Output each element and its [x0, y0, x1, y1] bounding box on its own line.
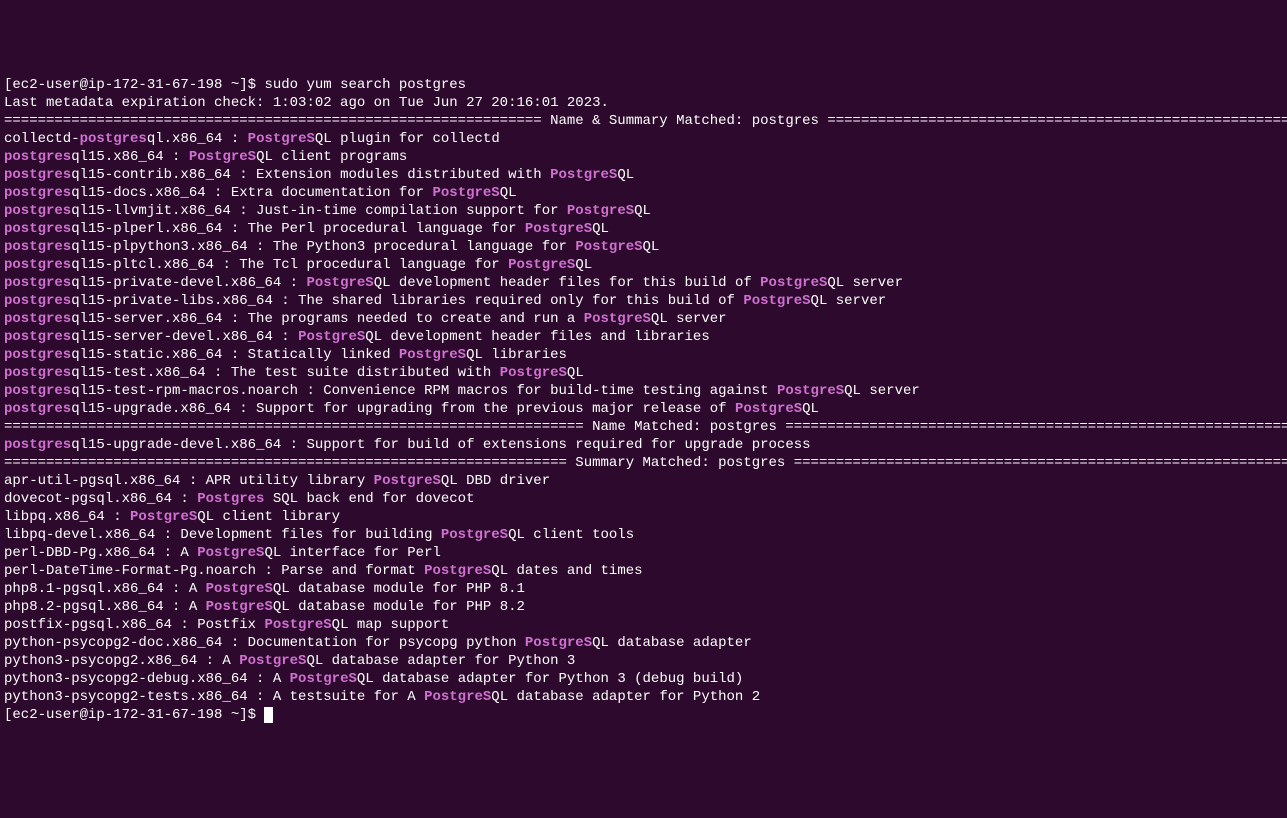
pkg-static: postgresql15-static.x86_64 : Statically …: [4, 346, 1283, 364]
pkg-python3-psycopg2-tests: python3-psycopg2-tests.x86_64 : A testsu…: [4, 688, 1283, 706]
pkg-plpython3: postgresql15-plpython3.x86_64 : The Pyth…: [4, 238, 1283, 256]
pkg-test-rpm-macros: postgresql15-test-rpm-macros.noarch : Co…: [4, 382, 1283, 400]
section-header-summary: ========================================…: [4, 454, 1283, 472]
metadata-line: Last metadata expiration check: 1:03:02 …: [4, 94, 1283, 112]
pkg-private-libs: postgresql15-private-libs.x86_64 : The s…: [4, 292, 1283, 310]
pkg-postfix-pgsql: postfix-pgsql.x86_64 : Postfix PostgreSQ…: [4, 616, 1283, 634]
pkg-upgrade-devel: postgresql15-upgrade-devel.x86_64 : Supp…: [4, 436, 1283, 454]
pkg-postgresql15: postgresql15.x86_64 : PostgreSQL client …: [4, 148, 1283, 166]
pkg-python-psycopg2-doc: python-psycopg2-doc.x86_64 : Documentati…: [4, 634, 1283, 652]
pkg-server: postgresql15-server.x86_64 : The program…: [4, 310, 1283, 328]
cursor-icon: [264, 707, 273, 723]
pkg-pltcl: postgresql15-pltcl.x86_64 : The Tcl proc…: [4, 256, 1283, 274]
pkg-dovecot-pgsql: dovecot-pgsql.x86_64 : Postgres SQL back…: [4, 490, 1283, 508]
pkg-collectd: collectd-postgresql.x86_64 : PostgreSQL …: [4, 130, 1283, 148]
pkg-upgrade: postgresql15-upgrade.x86_64 : Support fo…: [4, 400, 1283, 418]
pkg-docs: postgresql15-docs.x86_64 : Extra documen…: [4, 184, 1283, 202]
pkg-llvmjit: postgresql15-llvmjit.x86_64 : Just-in-ti…: [4, 202, 1283, 220]
pkg-libpq: libpq.x86_64 : PostgreSQL client library: [4, 508, 1283, 526]
prompt-line: [ec2-user@ip-172-31-67-198 ~]$ sudo yum …: [4, 76, 1283, 94]
pkg-php82-pgsql: php8.2-pgsql.x86_64 : A PostgreSQL datab…: [4, 598, 1283, 616]
pkg-perl-datetime-format-pg: perl-DateTime-Format-Pg.noarch : Parse a…: [4, 562, 1283, 580]
pkg-libpq-devel: libpq-devel.x86_64 : Development files f…: [4, 526, 1283, 544]
terminal-output[interactable]: [ec2-user@ip-172-31-67-198 ~]$ sudo yum …: [4, 76, 1283, 724]
pkg-contrib: postgresql15-contrib.x86_64 : Extension …: [4, 166, 1283, 184]
pkg-python3-psycopg2-debug: python3-psycopg2-debug.x86_64 : A Postgr…: [4, 670, 1283, 688]
pkg-server-devel: postgresql15-server-devel.x86_64 : Postg…: [4, 328, 1283, 346]
pkg-php81-pgsql: php8.1-pgsql.x86_64 : A PostgreSQL datab…: [4, 580, 1283, 598]
section-header-name-summary: ========================================…: [4, 112, 1283, 130]
prompt-line-end[interactable]: [ec2-user@ip-172-31-67-198 ~]$: [4, 706, 1283, 724]
pkg-private-devel: postgresql15-private-devel.x86_64 : Post…: [4, 274, 1283, 292]
pkg-plperl: postgresql15-plperl.x86_64 : The Perl pr…: [4, 220, 1283, 238]
pkg-python3-psycopg2: python3-psycopg2.x86_64 : A PostgreSQL d…: [4, 652, 1283, 670]
pkg-test: postgresql15-test.x86_64 : The test suit…: [4, 364, 1283, 382]
pkg-apr-util-pgsql: apr-util-pgsql.x86_64 : APR utility libr…: [4, 472, 1283, 490]
pkg-perl-dbd-pg: perl-DBD-Pg.x86_64 : A PostgreSQL interf…: [4, 544, 1283, 562]
section-header-name: ========================================…: [4, 418, 1283, 436]
